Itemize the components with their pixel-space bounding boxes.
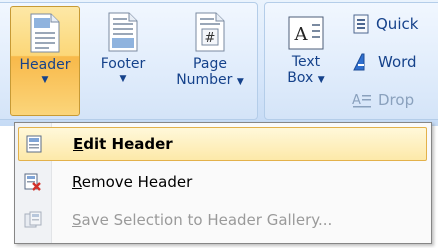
ribbon: Header ▼ Footer ▼ # Page Number ▼ A Text…	[0, 0, 438, 126]
menu-item-remove-header-label: Remove Header	[72, 173, 193, 191]
drop-cap-icon: A	[352, 93, 371, 108]
wordart-icon	[353, 53, 365, 71]
footer-icon	[108, 12, 138, 52]
menu-item-save-selection-label: Save Selection to Header Gallery...	[72, 211, 333, 229]
drop-cap-label: Drop	[378, 91, 415, 109]
svg-text:A: A	[294, 24, 309, 45]
text-box-label-row: Box ▼	[274, 70, 338, 88]
chevron-down-icon: ▼	[236, 77, 244, 87]
wordart-label: Word	[378, 53, 417, 71]
text-box-icon: A	[288, 16, 324, 50]
header-dropdown-menu: Edit Header Remove Header Save Selection…	[14, 122, 432, 244]
chevron-down-icon: ▼	[317, 75, 325, 85]
header-button-label: Header	[19, 57, 71, 73]
menu-item-edit-header-label: Edit Header	[73, 135, 173, 153]
menu-item-save-selection[interactable]: Save Selection to Header Gallery...	[18, 203, 427, 237]
page-number-label-line2: Number	[176, 72, 233, 88]
wordart-button[interactable]: Word	[352, 52, 417, 72]
text-box-button[interactable]: A Text Box ▼	[274, 6, 338, 116]
remove-header-icon	[18, 173, 48, 191]
svg-text:A: A	[352, 93, 361, 108]
page-number-icon: #	[195, 12, 225, 52]
chevron-down-icon: ▼	[41, 75, 49, 85]
quick-parts-button[interactable]: Quick	[352, 14, 418, 34]
svg-text:#: #	[205, 31, 216, 46]
page-number-label-row: Number ▼	[172, 72, 248, 90]
edit-header-icon	[19, 135, 49, 153]
footer-button-label: Footer	[100, 56, 146, 72]
save-selection-icon	[18, 211, 48, 229]
menu-item-remove-header[interactable]: Remove Header	[18, 165, 427, 199]
header-icon	[30, 13, 60, 53]
text-box-label-line1: Text	[291, 54, 321, 70]
page-number-label-line1: Page	[193, 56, 227, 72]
menu-item-edit-header[interactable]: Edit Header	[18, 127, 427, 161]
footer-button[interactable]: Footer ▼	[88, 6, 158, 116]
header-button[interactable]: Header ▼	[10, 6, 80, 116]
text-box-label-line2: Box	[287, 70, 314, 86]
drop-cap-button[interactable]: A Drop	[352, 90, 414, 110]
page-number-button[interactable]: # Page Number ▼	[172, 6, 248, 116]
quick-parts-icon	[353, 14, 369, 34]
chevron-down-icon: ▼	[119, 74, 127, 84]
quick-parts-label: Quick	[376, 15, 419, 33]
